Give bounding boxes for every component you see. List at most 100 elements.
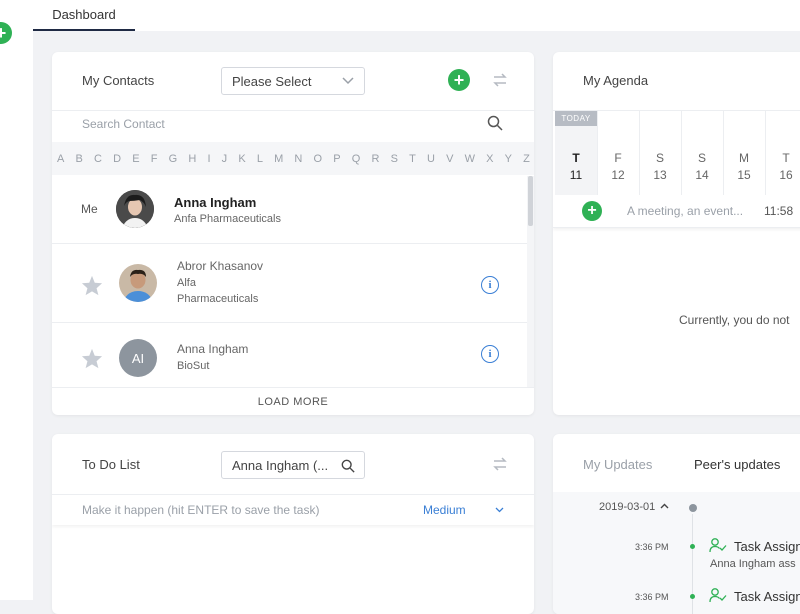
scrollbar-thumb[interactable] [528,176,533,226]
letter-filter-p[interactable]: P [333,153,340,165]
load-more-button[interactable]: LOAD MORE [52,387,534,415]
info-icon[interactable]: i [481,345,499,363]
entry-time: 3:36 PM [635,592,669,602]
letter-filter-o[interactable]: O [314,153,323,165]
agenda-week: TODAY T 11 F 12 S 13 S 14 M 15 T 16 [553,110,800,195]
updates-card: My Updates Peer's updates 2019-03-01 3:3… [553,434,800,614]
star-icon[interactable] [81,348,103,369]
todo-card: To Do List Anna Ingham (... Make it happ… [52,434,534,614]
priority-select[interactable]: Medium [423,503,466,517]
contacts-title: My Contacts [82,73,155,88]
day-letter: F [614,151,622,165]
refresh-icon[interactable] [491,71,509,89]
letter-filter-r[interactable]: R [371,153,379,165]
letter-filter-t[interactable]: T [409,153,416,165]
day-column[interactable]: T 16 [765,111,800,195]
entry-subtitle: Anna Ingham ass [710,558,796,570]
updates-timeline: 2019-03-01 3:36 PM Task Assign Anna Ingh… [553,492,800,614]
add-event-button[interactable]: + [582,201,602,221]
add-contact-button[interactable]: + [448,69,470,91]
alphabet-filter: ABCDEFGHIJKLMNOPQRSTUVWXYZ [52,142,534,175]
day-letter: S [697,151,706,165]
avatar [119,264,157,302]
day-column[interactable]: F 12 [597,111,640,195]
refresh-icon[interactable] [491,455,509,473]
todo-input-row: Make it happen (hit ENTER to save the ta… [52,494,534,525]
entry-dot [690,544,695,549]
contact-name: Anna Ingham [174,195,257,210]
day-number: 16 [779,168,793,182]
today-badge: TODAY [555,111,597,126]
entry-title: Task Assign [734,539,800,554]
chevron-up-icon[interactable] [660,503,669,509]
todo-input[interactable]: Make it happen (hit ENTER to save the ta… [82,503,319,517]
day-column[interactable]: M 15 [723,111,766,195]
letter-filter-c[interactable]: C [94,153,102,165]
agenda-title: My Agenda [583,73,649,88]
search-icon[interactable] [487,115,503,131]
letter-filter-y[interactable]: Y [505,153,512,165]
contact-company: Anfa Pharmaceuticals [174,213,281,225]
letter-filter-l[interactable]: L [257,153,263,165]
contact-company: Alfa [177,277,196,289]
contact-row[interactable]: Abror Khasanov Alfa Pharmaceuticals i [52,244,527,323]
letter-filter-f[interactable]: F [151,153,158,165]
letter-filter-b[interactable]: B [76,153,83,165]
event-time[interactable]: 11:58 [764,204,793,218]
letter-filter-j[interactable]: J [222,153,228,165]
me-label: Me [81,202,98,216]
letter-filter-q[interactable]: Q [352,153,361,165]
contact-row-me[interactable]: Me Anna Ingham Anfa Pharmaceuticals [52,176,527,244]
letter-filter-v[interactable]: V [446,153,453,165]
contact-row[interactable]: AI Anna Ingham BioSut i [52,323,527,387]
letter-filter-z[interactable]: Z [523,153,530,165]
todo-assignee-value: Anna Ingham (... [232,457,329,473]
info-icon[interactable]: i [481,276,499,294]
avatar-initials: AI [119,339,157,377]
timeline-date: 2019-03-01 [599,501,656,513]
contact-search-input[interactable]: Search Contact [82,117,165,131]
chevron-down-icon[interactable] [495,507,504,513]
day-column[interactable]: S 13 [639,111,682,195]
agenda-event-row: + A meeting, an event... 11:58 [553,194,800,228]
search-icon [341,459,355,473]
contact-company: BioSut [177,360,210,372]
day-letter: T [782,151,790,165]
contacts-filter-value: Please Select [232,73,312,89]
letter-filter-s[interactable]: S [391,153,398,165]
letter-filter-n[interactable]: N [294,153,302,165]
letter-filter-i[interactable]: I [207,153,210,165]
letter-filter-e[interactable]: E [132,153,139,165]
letter-filter-w[interactable]: W [465,153,475,165]
letter-filter-g[interactable]: G [169,153,178,165]
event-input[interactable]: A meeting, an event... [627,204,743,218]
contacts-filter-select[interactable]: Please Select [221,67,365,95]
day-number: 11 [569,168,583,182]
star-icon[interactable] [81,275,103,296]
letter-filter-k[interactable]: K [238,153,245,165]
contact-name: Abror Khasanov [177,259,264,273]
entry-title: Task Assign [734,589,800,604]
contacts-card: My Contacts Please Select + Search Conta… [52,52,534,415]
letter-filter-x[interactable]: X [486,153,493,165]
letter-filter-h[interactable]: H [188,153,196,165]
day-letter: T [572,151,580,165]
entry-time: 3:36 PM [635,542,669,552]
timeline-line [692,514,693,614]
day-number: 12 [611,168,625,182]
letter-filter-u[interactable]: U [427,153,435,165]
tab-my-updates[interactable]: My Updates [583,457,652,472]
day-column[interactable]: S 14 [681,111,724,195]
todo-assignee-select[interactable]: Anna Ingham (... [221,451,365,479]
day-column[interactable]: TODAY T 11 [555,111,598,195]
tab-dashboard[interactable]: Dashboard [33,0,135,31]
letter-filter-d[interactable]: D [113,153,121,165]
day-number: 15 [737,168,751,182]
avatar [116,190,154,228]
contact-name: Anna Ingham [177,342,249,356]
top-bar [33,0,800,31]
tab-peers-updates[interactable]: Peer's updates [694,457,780,472]
letter-filter-m[interactable]: M [274,153,283,165]
letter-filter-a[interactable]: A [57,153,64,165]
scrollbar[interactable] [527,176,534,387]
